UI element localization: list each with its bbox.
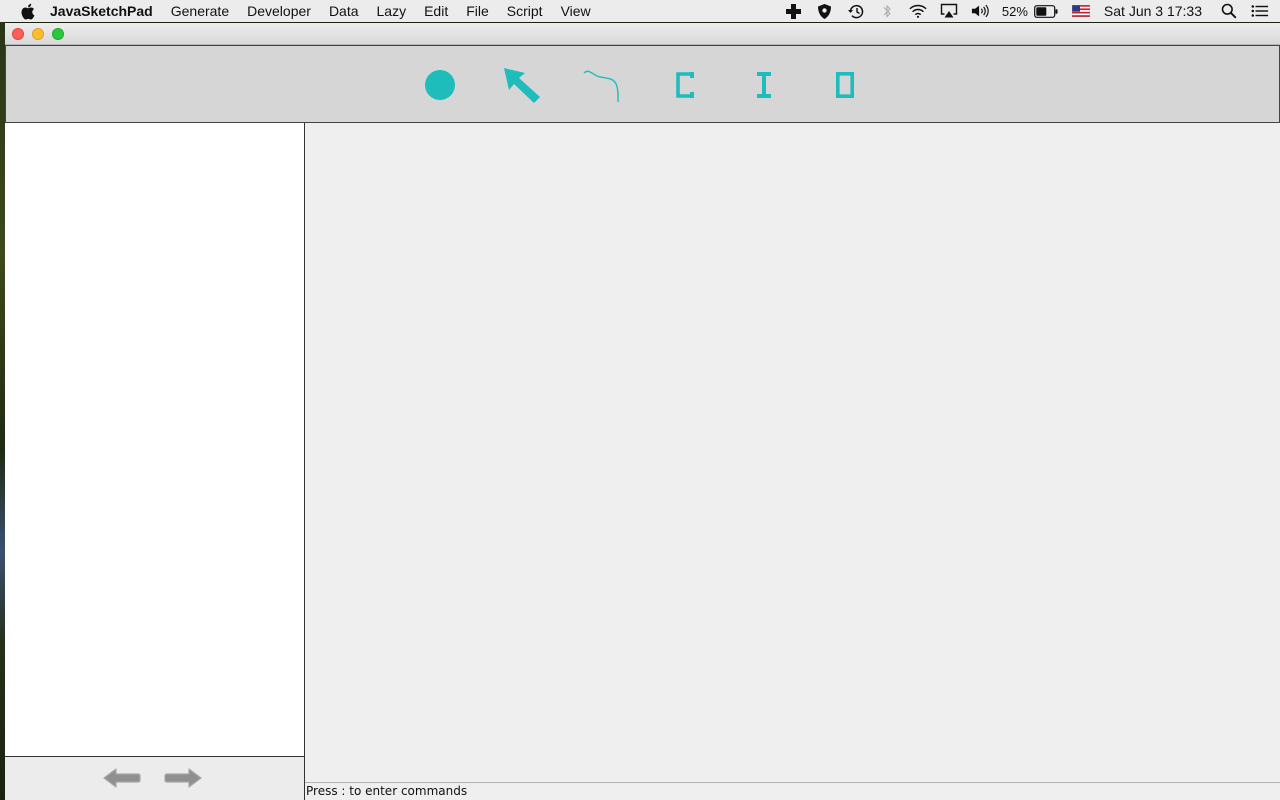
menu-lazy[interactable]: Lazy: [377, 3, 407, 19]
object-list-panel[interactable]: [5, 123, 305, 757]
letter-o-icon: [835, 71, 854, 98]
arrow-cursor-icon: [504, 68, 540, 103]
menu-developer[interactable]: Developer: [247, 3, 311, 19]
notification-center-icon[interactable]: [1251, 2, 1269, 20]
menu-data[interactable]: Data: [329, 3, 359, 19]
window-close-button[interactable]: [12, 28, 24, 40]
battery-percent[interactable]: 52%: [1002, 4, 1028, 19]
i-tool[interactable]: [747, 68, 781, 102]
back-arrow-icon: [103, 768, 141, 788]
menubar-clock[interactable]: Sat Jun 3 17:33: [1104, 3, 1202, 19]
o-tool[interactable]: [828, 68, 862, 102]
us-flag-icon[interactable]: [1071, 2, 1091, 20]
window-minimize-button[interactable]: [32, 28, 44, 40]
status-menus: 52% Sat Jun 3 17:33: [785, 0, 1280, 22]
c-tool[interactable]: [668, 68, 702, 102]
point-tool[interactable]: [423, 68, 457, 102]
letter-c-icon: [676, 72, 694, 98]
letter-i-icon: [757, 72, 771, 98]
menu-file[interactable]: File: [466, 3, 489, 19]
menu-generate[interactable]: Generate: [171, 3, 229, 19]
time-machine-icon[interactable]: [847, 2, 865, 20]
menu-script[interactable]: Script: [507, 3, 543, 19]
volume-icon[interactable]: [971, 2, 989, 20]
spotlight-search-icon[interactable]: [1220, 2, 1238, 20]
apple-logo-icon[interactable]: [18, 2, 36, 20]
history-navigation-panel: [5, 757, 305, 800]
airplay-icon[interactable]: [940, 2, 958, 20]
curve-stroke-icon: [583, 70, 619, 103]
command-status-bar[interactable]: Press : to enter commands: [305, 782, 1280, 800]
sketch-canvas[interactable]: [305, 123, 1280, 782]
window-zoom-button[interactable]: [52, 28, 64, 40]
battery-icon[interactable]: [1034, 2, 1058, 20]
menu-edit[interactable]: Edit: [424, 3, 448, 19]
app-window: Press : to enter commands: [5, 23, 1280, 800]
menu-view[interactable]: View: [561, 3, 591, 19]
medical-cross-icon[interactable]: [785, 2, 803, 20]
forward-button[interactable]: [163, 767, 203, 789]
filled-circle-icon: [425, 70, 455, 100]
tool-palette: [5, 45, 1280, 123]
shield-icon[interactable]: [816, 2, 834, 20]
window-title-bar[interactable]: [5, 23, 1280, 45]
select-tool[interactable]: [502, 66, 542, 104]
status-text: Press : to enter commands: [306, 784, 468, 798]
forward-arrow-icon: [164, 768, 202, 788]
wifi-icon[interactable]: [909, 2, 927, 20]
menu-bar: JavaSketchPad Generate Developer Data La…: [0, 0, 1280, 22]
menu-app-name[interactable]: JavaSketchPad: [50, 3, 153, 19]
curve-tool[interactable]: [583, 66, 621, 104]
back-button[interactable]: [102, 767, 142, 789]
bluetooth-icon[interactable]: [878, 2, 896, 20]
